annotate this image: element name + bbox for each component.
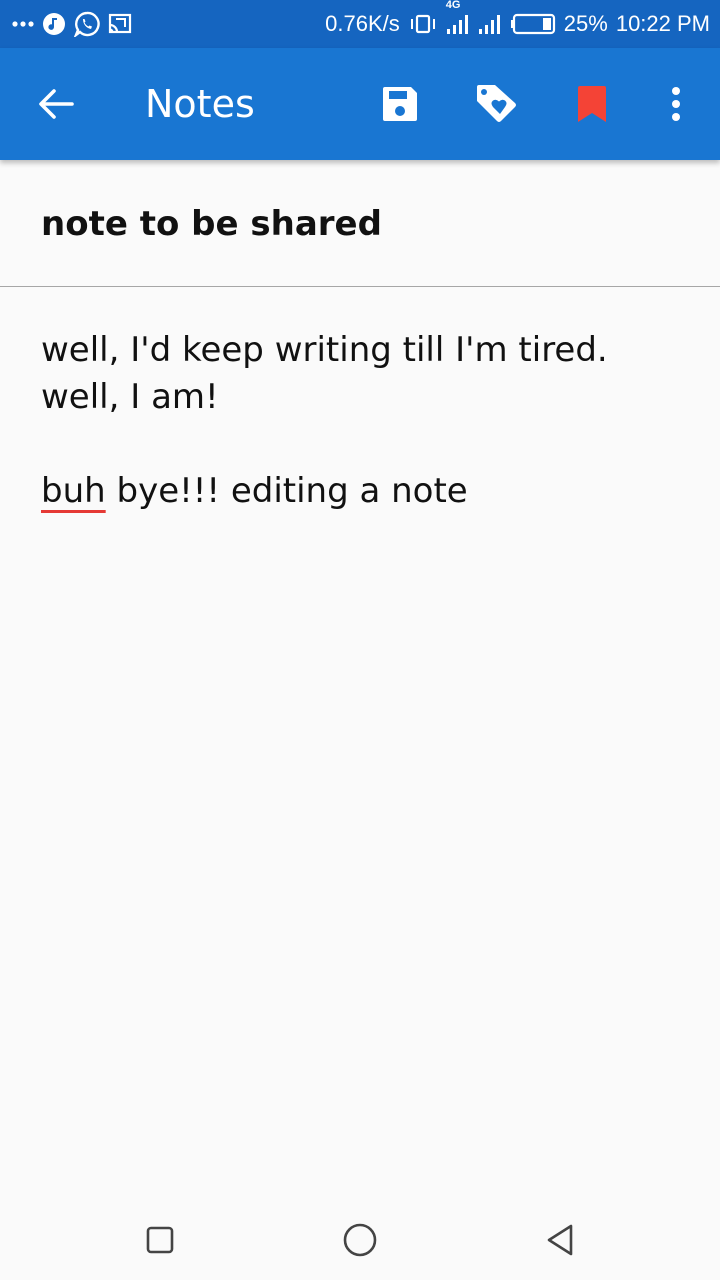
bookmark-button[interactable] bbox=[562, 74, 622, 134]
status-bar: 0.76K/s 4G 25% 10:22 PM bbox=[0, 0, 720, 48]
bookmark-icon bbox=[576, 84, 608, 124]
screen: 0.76K/s 4G 25% 10:22 PM Notes note to be… bbox=[0, 0, 720, 1280]
body-blank-line bbox=[41, 421, 691, 468]
status-left bbox=[12, 11, 132, 37]
status-right: 0.76K/s 4G 25% 10:22 PM bbox=[325, 0, 710, 36]
tag-button[interactable] bbox=[466, 74, 526, 134]
more-dots-icon bbox=[12, 20, 34, 28]
battery-icon bbox=[510, 13, 556, 35]
back-triangle-icon bbox=[544, 1223, 576, 1257]
more-vert-icon bbox=[670, 86, 682, 122]
home-circle-icon bbox=[342, 1222, 378, 1258]
recents-square-icon bbox=[145, 1225, 175, 1255]
body-line: buh bye!!! editing a note bbox=[41, 468, 691, 515]
note-title-field[interactable]: note to be shared bbox=[41, 200, 382, 248]
vibrate-icon bbox=[408, 13, 438, 35]
body-text: bye!!! editing a note bbox=[105, 471, 468, 511]
music-icon bbox=[42, 12, 66, 36]
battery-percent: 25% bbox=[563, 11, 608, 36]
recents-button[interactable] bbox=[138, 1218, 182, 1262]
clock: 10:22 PM bbox=[615, 11, 710, 36]
app-bar: Notes bbox=[0, 48, 720, 160]
back-button[interactable] bbox=[26, 74, 86, 134]
net-speed: 0.76K/s bbox=[325, 11, 400, 36]
nav-back-button[interactable] bbox=[538, 1218, 582, 1262]
spellcheck-word[interactable]: buh bbox=[41, 471, 106, 511]
whatsapp-icon bbox=[74, 11, 100, 37]
overflow-menu-button[interactable] bbox=[646, 74, 706, 134]
home-button[interactable] bbox=[338, 1218, 382, 1262]
save-button[interactable] bbox=[370, 74, 430, 134]
body-line: well, I am! bbox=[41, 377, 219, 417]
signal-icon bbox=[478, 13, 502, 35]
signal-icon: 4G bbox=[446, 0, 470, 35]
app-title: Notes bbox=[145, 82, 255, 126]
note-body-field[interactable]: well, I'd keep writing till I'm tired. w… bbox=[41, 327, 691, 515]
back-arrow-icon bbox=[38, 88, 74, 120]
network-type-label: 4G bbox=[445, 0, 461, 11]
body-line: well, I'd keep writing till I'm tired. bbox=[41, 330, 608, 370]
navigation-bar bbox=[0, 1200, 720, 1280]
cast-icon bbox=[108, 13, 132, 35]
tag-heart-icon bbox=[474, 83, 518, 125]
title-divider bbox=[0, 286, 720, 287]
save-icon bbox=[381, 85, 419, 123]
